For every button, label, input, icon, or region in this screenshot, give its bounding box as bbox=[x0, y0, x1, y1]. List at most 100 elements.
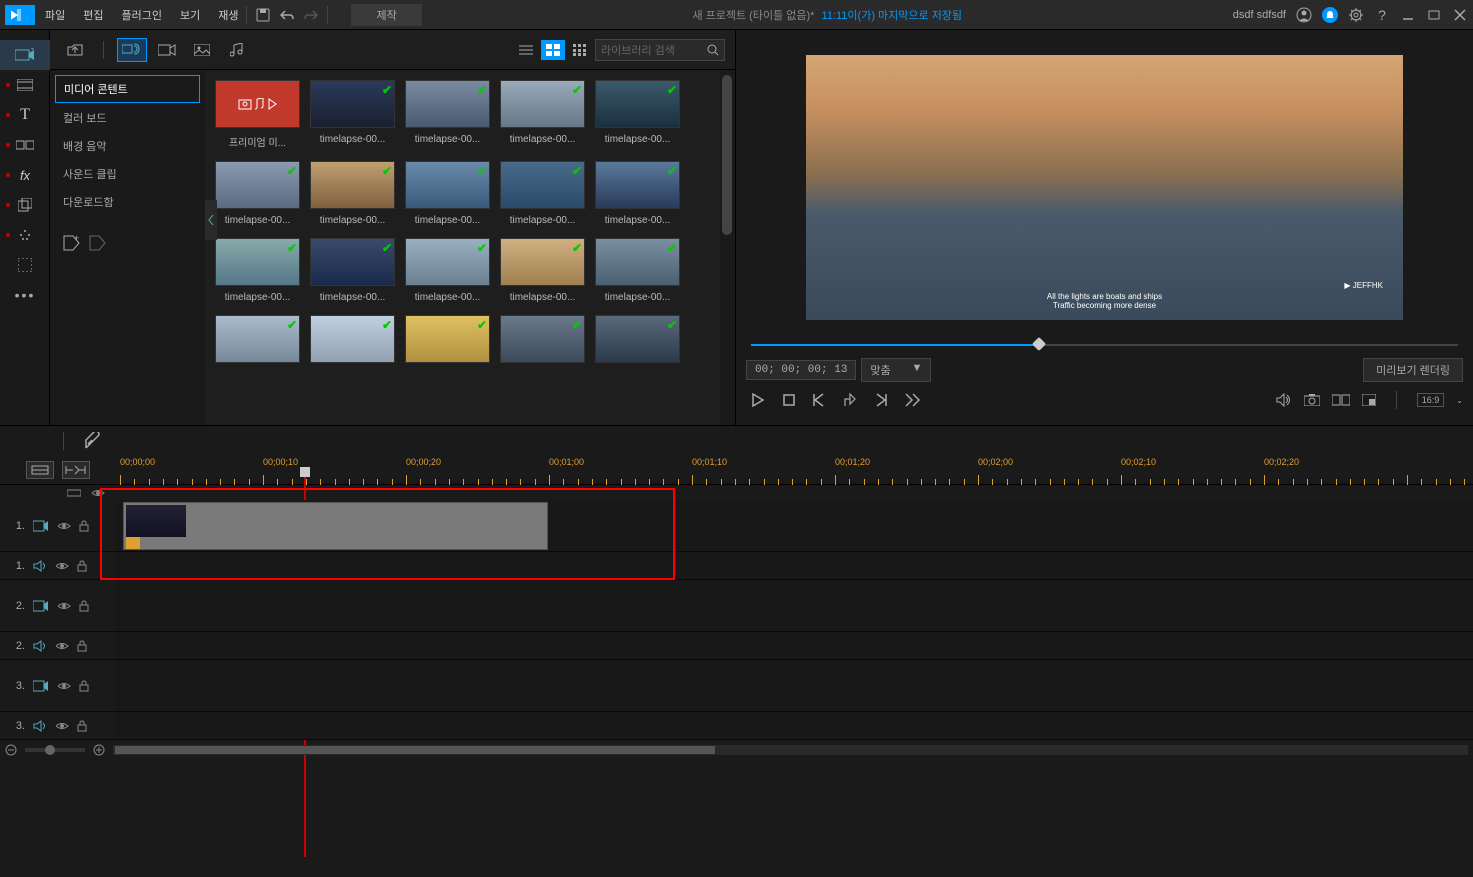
eye-icon[interactable] bbox=[57, 681, 71, 691]
track-content[interactable] bbox=[115, 660, 1473, 711]
category-color-board[interactable]: 컬러 보드 bbox=[55, 105, 200, 131]
media-clip-tile[interactable]: ✔timelapse-00... bbox=[215, 238, 300, 303]
filter-image-button[interactable] bbox=[187, 38, 217, 62]
track-content[interactable] bbox=[115, 632, 1473, 659]
snapshot-icon[interactable] bbox=[1304, 394, 1320, 406]
detail-view-button[interactable] bbox=[568, 40, 592, 60]
tool-fx[interactable]: fx bbox=[0, 160, 50, 190]
step-button[interactable] bbox=[843, 393, 857, 407]
eye-icon[interactable] bbox=[91, 488, 105, 498]
category-bg-music[interactable]: 배경 음악 bbox=[55, 133, 200, 159]
selection-icon[interactable] bbox=[67, 488, 81, 498]
track-content[interactable] bbox=[115, 500, 1473, 551]
tool-title[interactable]: T bbox=[0, 100, 50, 130]
video-clip[interactable] bbox=[123, 502, 548, 550]
media-clip-tile[interactable]: ✔ bbox=[405, 315, 490, 363]
save-icon[interactable] bbox=[255, 7, 271, 23]
lock-icon[interactable] bbox=[77, 640, 87, 652]
hscroll-thumb[interactable] bbox=[115, 746, 715, 754]
eye-icon[interactable] bbox=[55, 721, 69, 731]
media-clip-tile[interactable]: ✔timelapse-00... bbox=[215, 161, 300, 226]
media-clip-tile[interactable]: ✔ bbox=[310, 315, 395, 363]
help-icon[interactable]: ? bbox=[1374, 7, 1390, 23]
timecode-display[interactable]: 00; 00; 00; 13 bbox=[746, 360, 856, 380]
menu-edit[interactable]: 편집 bbox=[83, 7, 103, 23]
eye-icon[interactable] bbox=[57, 601, 71, 611]
playhead[interactable] bbox=[300, 467, 310, 477]
filter-audio-button[interactable] bbox=[222, 38, 252, 62]
remove-tag-icon[interactable] bbox=[89, 235, 107, 251]
track-content[interactable] bbox=[115, 580, 1473, 631]
menu-file[interactable]: 파일 bbox=[45, 7, 65, 23]
media-clip-tile[interactable]: ✔timelapse-00... bbox=[310, 238, 395, 303]
add-tag-icon[interactable]: + bbox=[63, 235, 81, 251]
tool-particle[interactable] bbox=[0, 220, 50, 250]
lock-icon[interactable] bbox=[77, 560, 87, 572]
eye-icon[interactable] bbox=[57, 521, 71, 531]
track-content[interactable] bbox=[115, 712, 1473, 739]
filter-all-button[interactable] bbox=[117, 38, 147, 62]
media-clip-tile[interactable]: ✔timelapse-00... bbox=[500, 80, 585, 149]
slider-track[interactable] bbox=[751, 344, 1458, 346]
clip-mode-button[interactable] bbox=[26, 461, 54, 479]
menu-plugin[interactable]: 플러그인 bbox=[122, 7, 162, 23]
fit-dropdown[interactable]: 맞춤▼ bbox=[861, 358, 931, 382]
media-clip-tile[interactable]: ✔timelapse-00... bbox=[500, 238, 585, 303]
movie-mode-button[interactable] bbox=[62, 461, 90, 479]
tool-more[interactable]: ••• bbox=[0, 280, 50, 310]
media-clip-tile[interactable]: ✔timelapse-00... bbox=[405, 80, 490, 149]
list-view-button[interactable] bbox=[514, 40, 538, 60]
media-clip-tile[interactable]: ✔timelapse-00... bbox=[310, 161, 395, 226]
selection-area[interactable] bbox=[115, 485, 1473, 500]
zoom-in-button[interactable] bbox=[93, 744, 105, 756]
minimize-icon[interactable] bbox=[1400, 7, 1416, 23]
media-clip-tile[interactable]: ✔timelapse-00... bbox=[595, 80, 680, 149]
media-clip-tile[interactable]: ✔timelapse-00... bbox=[595, 238, 680, 303]
stop-button[interactable] bbox=[783, 394, 795, 406]
next-frame-button[interactable] bbox=[875, 393, 887, 407]
track-content[interactable] bbox=[115, 552, 1473, 579]
tool-effects-room[interactable] bbox=[0, 70, 50, 100]
aspect-ratio-button[interactable]: 16:9 bbox=[1417, 393, 1445, 407]
zoom-handle[interactable] bbox=[45, 745, 55, 755]
zoom-out-button[interactable] bbox=[5, 744, 17, 756]
category-sound-clip[interactable]: 사운드 클립 bbox=[55, 161, 200, 187]
category-media-content[interactable]: 미디어 콘텐트 bbox=[55, 75, 200, 103]
media-clip-tile[interactable]: ✔ bbox=[595, 315, 680, 363]
media-clip-tile[interactable]: ✔timelapse-00... bbox=[405, 161, 490, 226]
app-logo[interactable] bbox=[5, 5, 35, 25]
media-clip-tile[interactable]: ✔ bbox=[215, 315, 300, 363]
brush-tool-icon[interactable] bbox=[84, 432, 102, 450]
lock-icon[interactable] bbox=[79, 520, 89, 532]
popup-preview-icon[interactable] bbox=[1362, 394, 1376, 406]
volume-icon[interactable] bbox=[1276, 393, 1292, 407]
prev-frame-button[interactable] bbox=[813, 393, 825, 407]
timeline-ruler[interactable]: 00;00;0000;00;1000;00;2000;01;0000;01;10… bbox=[115, 455, 1473, 485]
eye-icon[interactable] bbox=[55, 641, 69, 651]
tool-overlay[interactable] bbox=[0, 190, 50, 220]
media-clip-tile[interactable]: ✔timelapse-00... bbox=[310, 80, 395, 149]
grid-view-button[interactable] bbox=[541, 40, 565, 60]
settings-icon[interactable] bbox=[1348, 7, 1364, 23]
tool-transition[interactable] bbox=[0, 130, 50, 160]
scrollbar-thumb[interactable] bbox=[722, 75, 732, 235]
dual-preview-icon[interactable] bbox=[1332, 394, 1350, 406]
redo-icon[interactable] bbox=[303, 7, 319, 23]
media-clip-tile[interactable]: ✔ bbox=[500, 315, 585, 363]
import-media-button[interactable] bbox=[60, 38, 90, 62]
close-icon[interactable] bbox=[1452, 7, 1468, 23]
premium-media-tile[interactable]: 프리미엄 미... bbox=[215, 80, 300, 149]
aspect-chevron-icon[interactable]: ⌄ bbox=[1456, 396, 1463, 405]
media-clip-tile[interactable]: ✔timelapse-00... bbox=[500, 161, 585, 226]
fast-forward-button[interactable] bbox=[905, 393, 921, 407]
library-scrollbar[interactable] bbox=[720, 70, 735, 425]
media-clip-tile[interactable]: ✔timelapse-00... bbox=[405, 238, 490, 303]
tool-media[interactable] bbox=[0, 40, 50, 70]
maximize-icon[interactable] bbox=[1426, 7, 1442, 23]
search-input[interactable]: 라이브러리 검색 bbox=[595, 39, 725, 61]
category-downloads[interactable]: 다운로드함 bbox=[55, 189, 200, 215]
lock-icon[interactable] bbox=[79, 600, 89, 612]
user-icon[interactable] bbox=[1296, 7, 1312, 23]
play-button[interactable] bbox=[751, 393, 765, 407]
lock-icon[interactable] bbox=[79, 680, 89, 692]
